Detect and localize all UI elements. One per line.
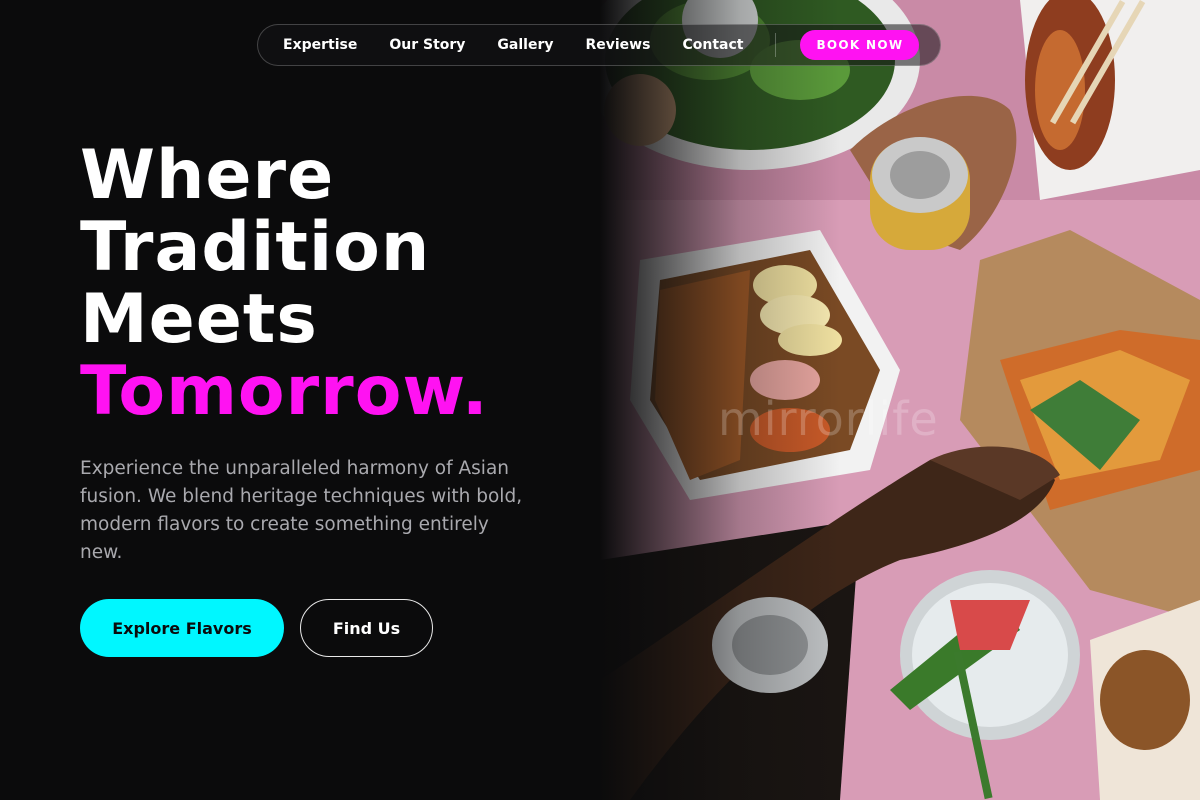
headline-line-1: Where: [80, 136, 335, 215]
explore-flavors-button[interactable]: Explore Flavors: [80, 599, 284, 657]
nav-link-expertise[interactable]: Expertise: [283, 37, 357, 53]
nav-link-contact[interactable]: Contact: [682, 37, 743, 53]
headline-line-2: Tradition: [80, 208, 431, 287]
image-watermark: mirrorlife: [718, 392, 939, 446]
hero-description: Experience the unparalleled harmony of A…: [80, 458, 523, 563]
nav-link-reviews[interactable]: Reviews: [585, 37, 650, 53]
headline-line-3: Meets: [80, 280, 318, 359]
nav-divider: [775, 33, 777, 57]
book-now-button[interactable]: BOOK NOW: [800, 30, 920, 60]
main-navigation: Expertise Our Story Gallery Reviews Cont…: [257, 24, 941, 66]
hero-food-image: mirrorlife: [600, 0, 1200, 800]
nav-link-gallery[interactable]: Gallery: [497, 37, 553, 53]
headline-accent: Tomorrow.: [80, 352, 489, 431]
hero-headline: Where Tradition Meets Tomorrow.: [80, 140, 489, 428]
find-us-button[interactable]: Find Us: [300, 599, 433, 657]
nav-link-our-story[interactable]: Our Story: [389, 37, 465, 53]
